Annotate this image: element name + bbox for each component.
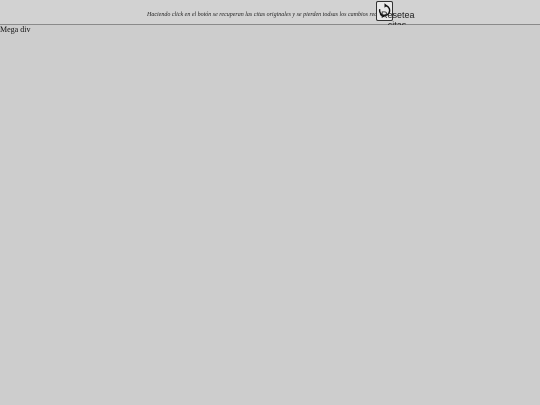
mega-div: Mega div: [0, 25, 540, 405]
reset-hint-text: Haciendo click en el botón se recuperan …: [147, 12, 396, 18]
top-toolbar: Haciendo click en el botón se recuperan …: [0, 0, 540, 30]
mega-div-label: Mega div: [0, 25, 31, 34]
